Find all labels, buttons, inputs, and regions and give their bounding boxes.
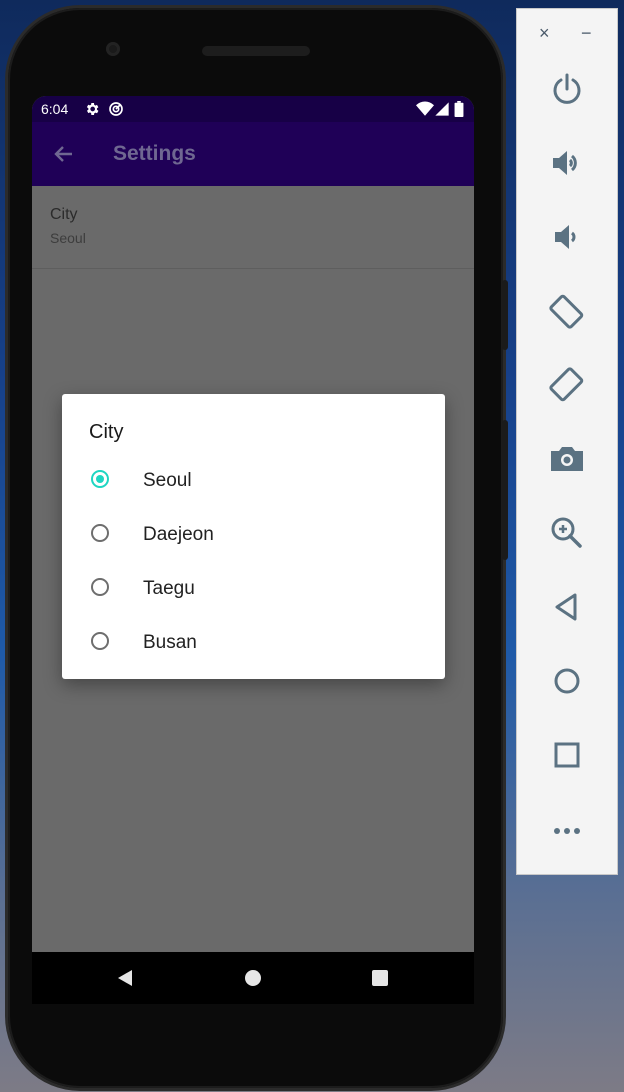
home-icon[interactable] [547, 661, 587, 701]
option-busan[interactable]: Busan [62, 616, 445, 670]
cellular-signal-icon [435, 102, 449, 116]
volume-up-icon[interactable] [547, 143, 587, 183]
wifi-icon [416, 101, 434, 116]
option-label: Busan [143, 632, 197, 653]
status-time: 6:04 [41, 101, 69, 117]
back-icon[interactable] [547, 587, 587, 627]
close-window-button[interactable]: × [539, 23, 550, 44]
option-daejeon[interactable]: Daejeon [62, 508, 445, 562]
more-icon[interactable] [547, 809, 587, 849]
phone-power-button[interactable] [502, 280, 508, 350]
sync-status-icon [109, 102, 123, 116]
option-taegu[interactable]: Taegu [62, 562, 445, 616]
nav-home-icon[interactable] [244, 969, 262, 987]
preference-summary: Seoul [50, 230, 86, 246]
option-label: Taegu [143, 578, 195, 599]
settings-gear-icon [86, 103, 99, 115]
option-label: Daejeon [143, 524, 214, 545]
volume-down-icon[interactable] [547, 217, 587, 257]
overview-icon[interactable] [547, 735, 587, 775]
rotate-left-icon[interactable] [547, 291, 587, 331]
earpiece-speaker [202, 46, 310, 56]
city-preference[interactable]: City Seoul [32, 186, 474, 269]
front-camera [106, 42, 120, 56]
dialog-title: City [89, 421, 124, 443]
rotate-right-icon[interactable] [547, 365, 587, 405]
page-title: Settings [113, 142, 196, 165]
emulator-toolbar: × − [516, 8, 618, 875]
camera-icon[interactable] [547, 439, 587, 479]
city-dialog: City Seoul Daejeon Taegu Busan [62, 394, 445, 679]
option-seoul[interactable]: Seoul [62, 454, 445, 508]
option-label: Seoul [143, 470, 192, 491]
navigation-bar [32, 952, 474, 1004]
nav-overview-icon[interactable] [371, 969, 389, 987]
radio-button[interactable] [91, 632, 109, 650]
zoom-icon[interactable] [547, 513, 587, 553]
phone-volume-button[interactable] [502, 420, 508, 560]
status-bar: 6:04 [32, 96, 474, 122]
preference-title: City [50, 206, 78, 223]
radio-button-checked[interactable] [91, 470, 109, 488]
battery-icon [454, 101, 464, 117]
minimize-window-button[interactable]: − [581, 23, 592, 44]
back-arrow-icon[interactable] [52, 142, 76, 166]
radio-button[interactable] [91, 524, 109, 542]
nav-back-icon[interactable] [116, 969, 134, 987]
power-icon[interactable] [547, 69, 587, 109]
app-bar: Settings [32, 122, 474, 186]
radio-button[interactable] [91, 578, 109, 596]
